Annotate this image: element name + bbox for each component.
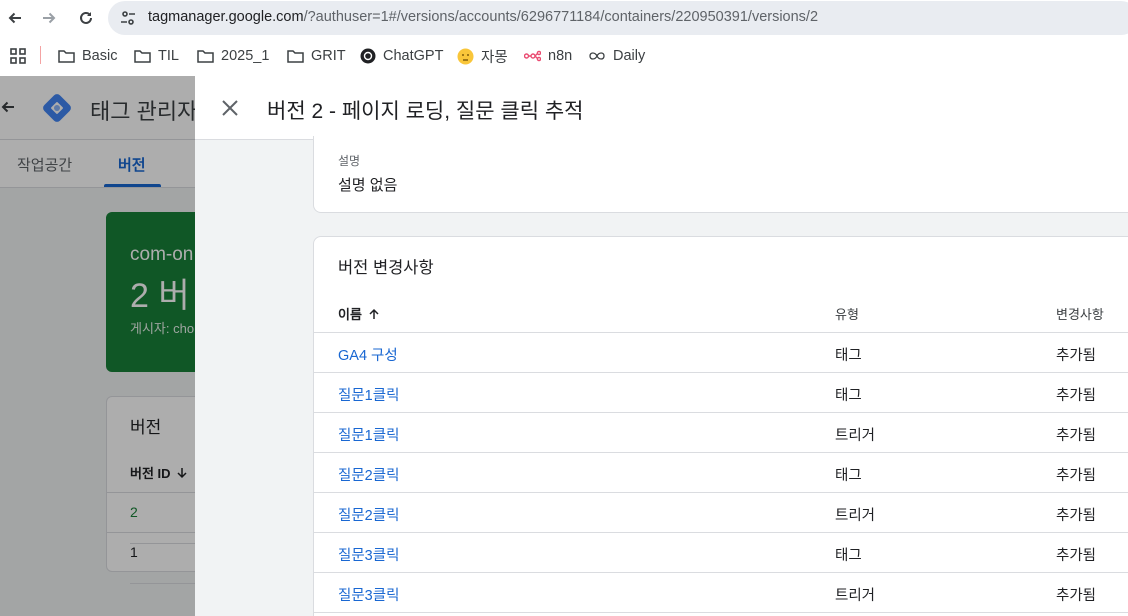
column-header-type[interactable]: 유형 xyxy=(835,304,859,323)
item-name-link[interactable]: 질문1클릭 xyxy=(338,424,399,445)
column-header-name[interactable]: 이름 xyxy=(338,304,380,323)
version-detail-panel: 버전 2 - 페이지 로딩, 질문 클릭 추적 설명 설명 없음 버전 변경사항… xyxy=(195,76,1128,616)
folder-icon xyxy=(134,49,151,63)
table-row: 질문2클릭 태그 추가됨 xyxy=(314,453,1128,493)
item-name-link[interactable]: 질문3클릭 xyxy=(338,584,399,605)
site-info-icon[interactable] xyxy=(116,6,140,30)
bookmark-basic[interactable]: Basic xyxy=(58,46,117,66)
item-name-link[interactable]: GA4 구성 xyxy=(338,344,398,365)
panel-header: 버전 2 - 페이지 로딩, 질문 클릭 추적 xyxy=(195,76,1128,140)
url-text[interactable]: tagmanager.google.com/?authuser=1#/versi… xyxy=(148,9,818,25)
description-value: 설명 없음 xyxy=(338,177,398,194)
table-row: 질문3클릭 트리거 추가됨 xyxy=(314,573,1128,613)
version-changes-card: 버전 변경사항 이름 유형 변경사항 GA4 구성 태그 추가됨 질문1클릭 태… xyxy=(313,236,1128,616)
item-change: 추가됨 xyxy=(1056,508,1097,524)
column-header-change[interactable]: 변경사항 xyxy=(1056,304,1104,323)
arrow-up-icon xyxy=(369,308,379,319)
description-label: 설명 xyxy=(338,154,361,168)
item-type: 트리거 xyxy=(835,588,876,604)
folder-icon xyxy=(58,49,75,63)
item-name-link[interactable]: 질문2클릭 xyxy=(338,464,399,485)
bookmark-til[interactable]: TIL xyxy=(134,46,179,66)
item-type: 태그 xyxy=(835,348,862,364)
panel-title: 버전 2 - 페이지 로딩, 질문 클릭 추적 xyxy=(267,100,584,123)
item-change: 추가됨 xyxy=(1056,428,1097,444)
table-row: 질문2클릭 트리거 추가됨 xyxy=(314,493,1128,533)
apps-icon[interactable] xyxy=(9,46,27,66)
bookmark-grit[interactable]: GRIT xyxy=(287,46,346,66)
emoji-icon xyxy=(457,48,474,65)
table-row: 질문1클릭 트리거 추가됨 xyxy=(314,413,1128,453)
item-type: 태그 xyxy=(835,388,862,404)
item-type: 트리거 xyxy=(835,508,876,524)
infinity-icon xyxy=(588,51,606,61)
reload-icon[interactable] xyxy=(74,6,98,30)
item-change: 추가됨 xyxy=(1056,348,1097,364)
changes-title: 버전 변경사항 xyxy=(338,259,434,277)
forward-icon[interactable] xyxy=(37,6,61,30)
description-card: 설명 설명 없음 xyxy=(313,136,1128,213)
table-row: 질문1클릭 태그 추가됨 xyxy=(314,373,1128,413)
table-row: GA4 구성 태그 추가됨 xyxy=(314,333,1128,373)
item-change: 추가됨 xyxy=(1056,588,1097,604)
table-row: 질문3클릭 태그 추가됨 xyxy=(314,533,1128,573)
bookmark-chatgpt[interactable]: ChatGPT xyxy=(360,46,443,66)
bookmarks-divider xyxy=(40,46,41,64)
chatgpt-icon xyxy=(360,48,376,64)
item-name-link[interactable]: 질문1클릭 xyxy=(338,384,399,405)
browser-toolbar: tagmanager.google.com/?authuser=1#/versi… xyxy=(0,0,1128,36)
item-change: 추가됨 xyxy=(1056,388,1097,404)
folder-icon xyxy=(287,49,304,63)
item-name-link[interactable]: 질문3클릭 xyxy=(338,544,399,565)
bookmark-jamong[interactable]: 자몽 xyxy=(457,46,508,66)
item-type: 트리거 xyxy=(835,428,876,444)
item-change: 추가됨 xyxy=(1056,468,1097,484)
item-name-link[interactable]: 질문2클릭 xyxy=(338,504,399,525)
n8n-icon xyxy=(524,50,541,62)
item-type: 태그 xyxy=(835,548,862,564)
bookmark-daily[interactable]: Daily xyxy=(588,46,645,66)
folder-icon xyxy=(197,49,214,63)
item-type: 태그 xyxy=(835,468,862,484)
item-change: 추가됨 xyxy=(1056,548,1097,564)
bookmarks-bar: Basic TIL 2025_1 GRIT ChatGPT 자몽 n8n Dai… xyxy=(0,36,1128,76)
back-icon[interactable] xyxy=(3,6,27,30)
bookmark-2025-1[interactable]: 2025_1 xyxy=(197,46,269,66)
close-icon[interactable] xyxy=(217,95,243,121)
bookmark-n8n[interactable]: n8n xyxy=(524,46,572,66)
